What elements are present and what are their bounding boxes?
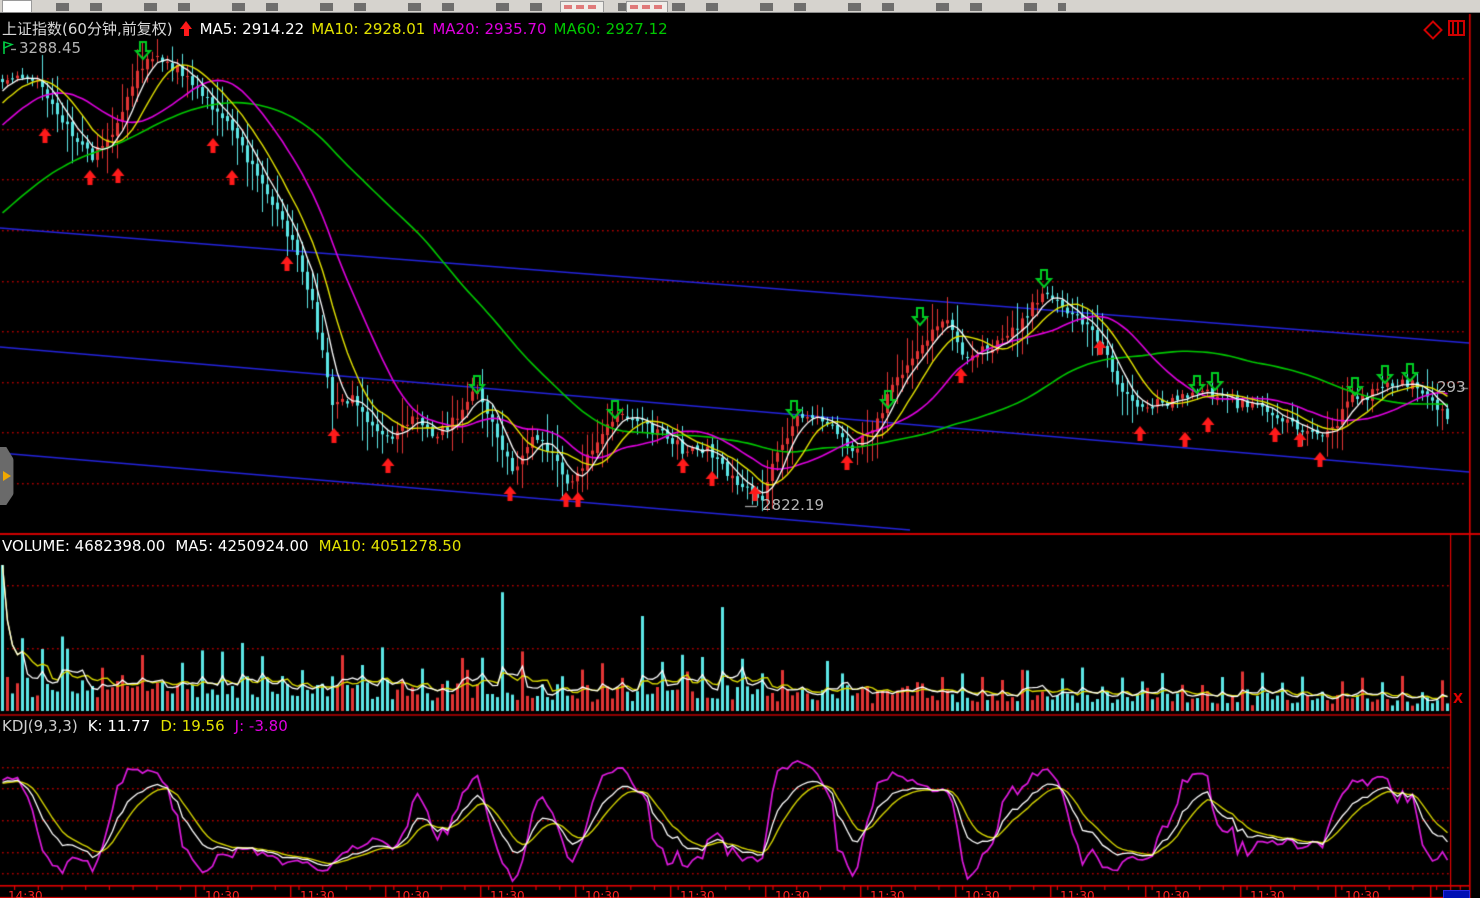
volume-panel-header: VOLUME: 4682398.00 MA5: 4250924.00 MA10:… <box>2 537 461 555</box>
low-price-label: 2822.19 <box>762 496 824 514</box>
flag-icon <box>2 41 17 55</box>
ma20-readout: MA20: 2935.70 <box>432 20 546 38</box>
time-label: 14:30 <box>8 889 43 898</box>
time-label: 10:30 <box>205 889 240 898</box>
ma5-readout: MA5: 2914.22 <box>200 20 305 38</box>
kdj-d-readout: D: 19.56 <box>160 717 224 735</box>
time-label: 10:30 <box>395 889 430 898</box>
current-time-highlight <box>1443 890 1470 898</box>
high-price-label: 3288.45 <box>2 39 81 57</box>
time-label: 10:30 <box>1345 889 1380 898</box>
time-label: 10:30 <box>1155 889 1190 898</box>
window-grid-icon[interactable] <box>1448 20 1465 36</box>
toolbar-box[interactable] <box>2 0 32 13</box>
time-axis[interactable]: 14:30 10:30 11:30 10:30 11:30 10:30 11:30 10:30… <box>0 888 1469 898</box>
trading-app-window: { "toolbar": { "note": "clipped menu str… <box>0 0 1480 898</box>
volume-ma10-readout: MA10: 4051278.50 <box>319 537 462 555</box>
time-label: 11:30 <box>1060 889 1095 898</box>
kdj-panel-header: KDJ(9,3,3) K: 11.77 D: 19.56 J: -3.80 <box>2 717 288 735</box>
time-label: 11:30 <box>300 889 335 898</box>
kdj-j-readout: J: -3.80 <box>235 717 288 735</box>
close-indicator-button[interactable]: X <box>1453 692 1463 707</box>
time-label: 11:30 <box>490 889 525 898</box>
time-label: 11:30 <box>870 889 905 898</box>
instrument-title: 上证指数(60分钟,前复权) <box>2 18 173 39</box>
time-label: 10:30 <box>775 889 810 898</box>
expand-arrow-icon <box>3 471 11 481</box>
kdj-title: KDJ(9,3,3) <box>2 717 78 735</box>
kdj-k-readout: K: 11.77 <box>88 717 151 735</box>
toolbar-button-2[interactable] <box>626 1 668 13</box>
right-price-label: 293 <box>1437 378 1468 396</box>
chart-canvas[interactable] <box>0 0 1480 898</box>
top-toolbar[interactable] <box>0 0 1480 13</box>
toolbar-button-1[interactable] <box>560 1 604 13</box>
price-panel-header: 上证指数(60分钟,前复权) MA5: 2914.22 MA10: 2928.0… <box>2 18 668 39</box>
time-label: 11:30 <box>680 889 715 898</box>
ma60-readout: MA60: 2927.12 <box>554 20 668 38</box>
volume-ma5-readout: MA5: 4250924.00 <box>175 537 308 555</box>
buy-signal-arrow-icon <box>180 21 193 36</box>
time-label: 10:30 <box>965 889 1000 898</box>
time-label: 10:30 <box>585 889 620 898</box>
volume-readout: VOLUME: 4682398.00 <box>2 537 165 555</box>
time-label: 11:30 <box>1250 889 1285 898</box>
ma10-readout: MA10: 2928.01 <box>311 20 425 38</box>
